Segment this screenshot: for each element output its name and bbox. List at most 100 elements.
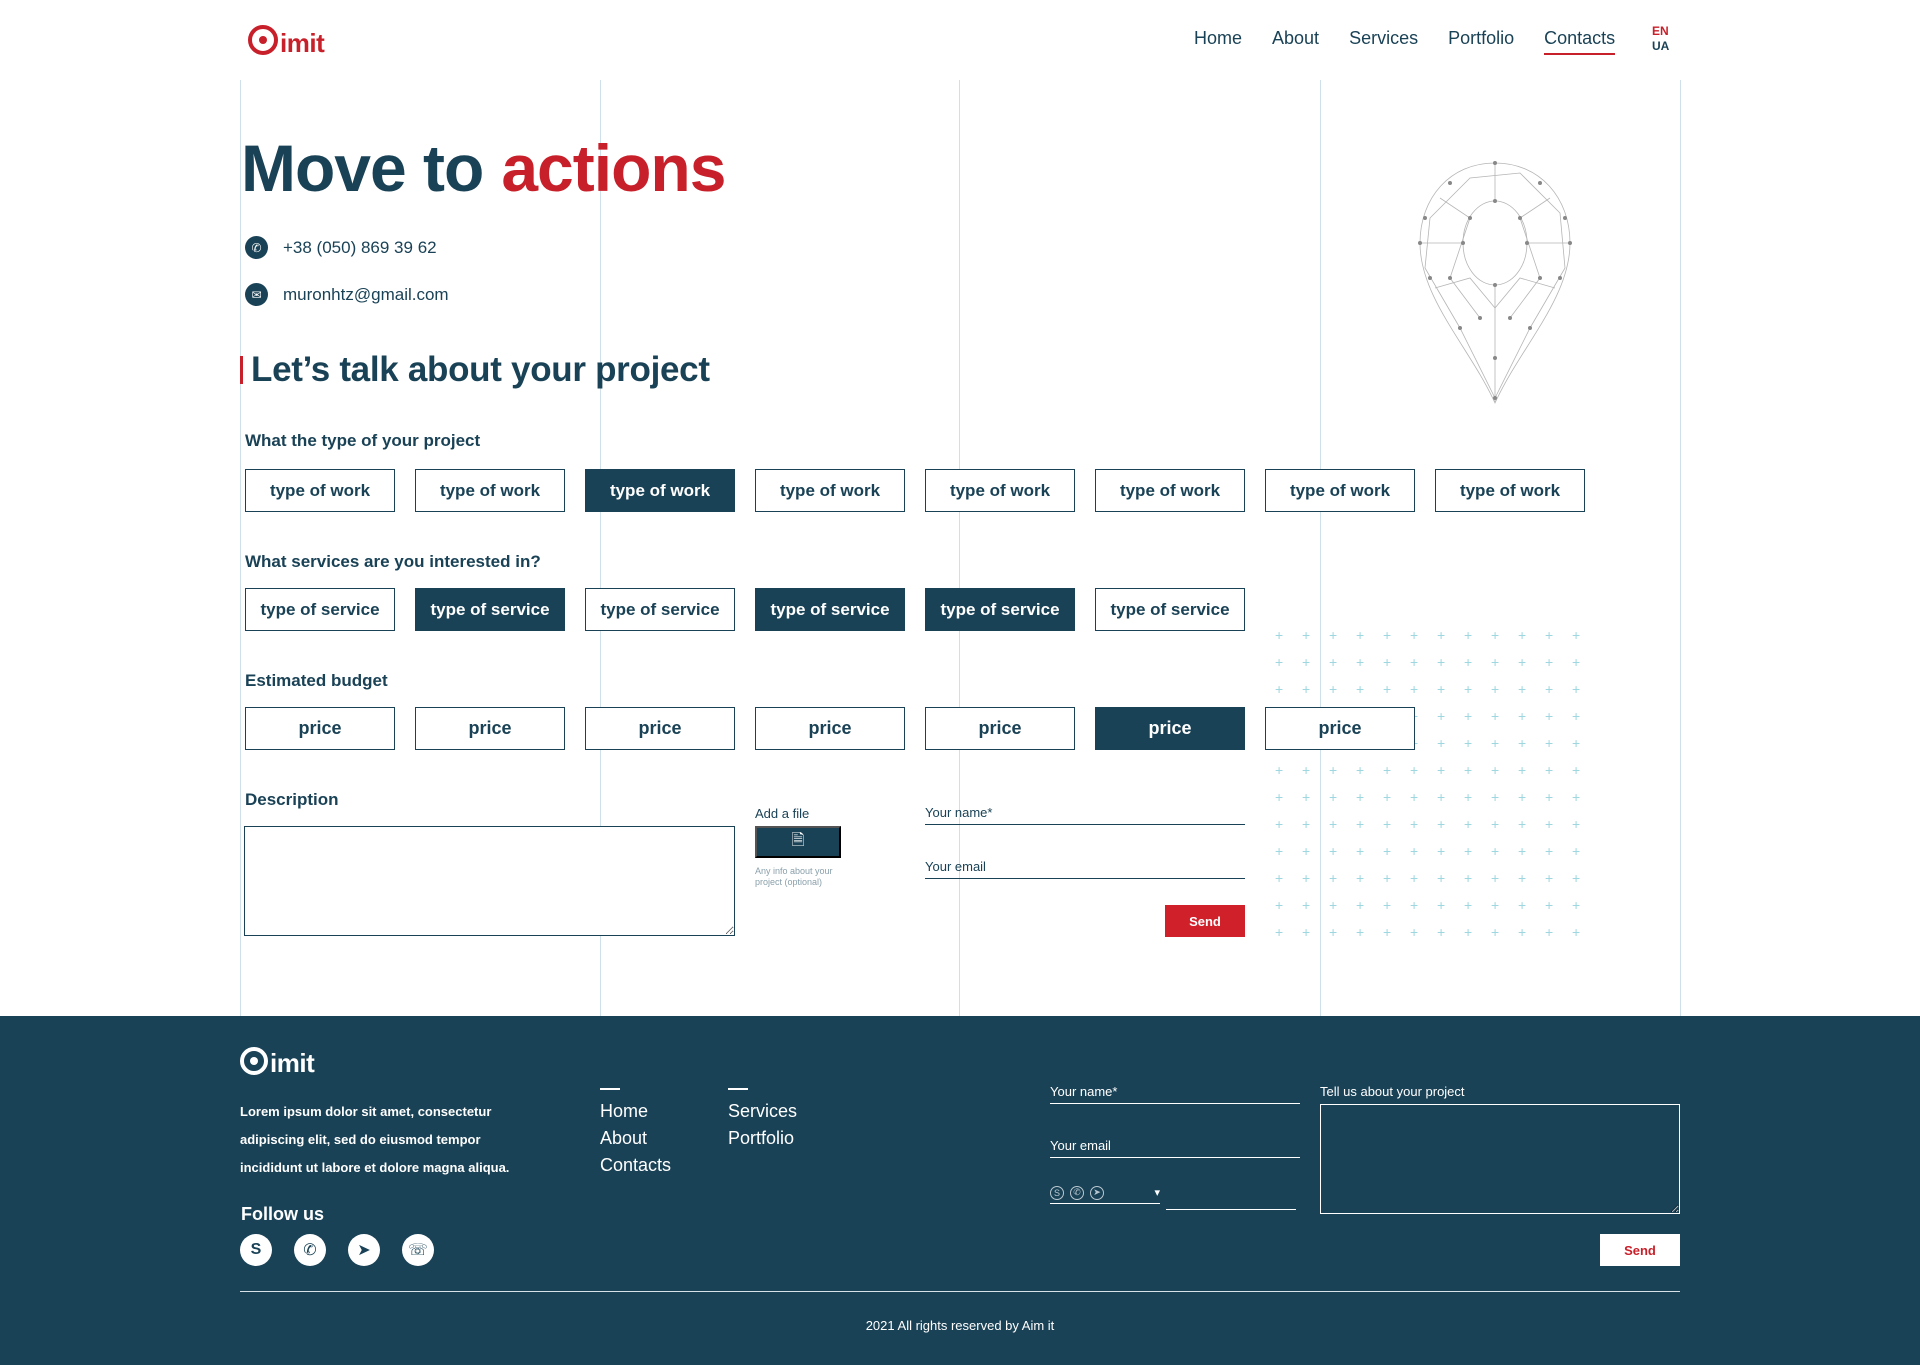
plus-mark-icon: +	[1437, 924, 1446, 940]
plus-mark-icon: +	[1302, 789, 1311, 805]
footer-send-button[interactable]: Send	[1600, 1234, 1680, 1266]
nav-about[interactable]: About	[1272, 28, 1319, 49]
plus-mark-icon: +	[1491, 762, 1500, 778]
nav-home[interactable]: Home	[1194, 28, 1242, 49]
logo[interactable]: imit	[248, 22, 325, 58]
project-type-option[interactable]: type of work	[1435, 469, 1585, 512]
nav-portfolio[interactable]: Portfolio	[1448, 28, 1514, 49]
hero-title-main: Move to	[241, 131, 484, 205]
plus-mark-icon: +	[1437, 789, 1446, 805]
plus-mark-icon: +	[1410, 654, 1419, 670]
description-textarea[interactable]	[244, 826, 735, 936]
send-button[interactable]: Send	[1165, 905, 1245, 937]
project-type-option[interactable]: type of work	[1095, 469, 1245, 512]
project-type-option[interactable]: type of work	[925, 469, 1075, 512]
nav-contacts[interactable]: Contacts	[1544, 28, 1616, 55]
budget-option[interactable]: price	[925, 707, 1075, 750]
nav-services[interactable]: Services	[1349, 28, 1418, 49]
copyright: 2021 All rights reserved by Aim it	[865, 1318, 1055, 1333]
budget-option[interactable]: price	[415, 707, 565, 750]
mail-icon: ✉	[245, 283, 268, 306]
plus-mark-icon: +	[1275, 627, 1284, 643]
footer-link-about[interactable]: About	[600, 1125, 671, 1152]
service-option[interactable]: type of service	[1095, 588, 1245, 631]
plus-mark-icon: +	[1464, 627, 1473, 643]
project-type-option[interactable]: type of work	[245, 469, 395, 512]
budget-option[interactable]: price	[1095, 707, 1245, 750]
budget-option[interactable]: price	[755, 707, 905, 750]
plus-mark-icon: +	[1545, 627, 1554, 643]
messenger-select[interactable]: S ✆ ➤ ▾	[1050, 1182, 1160, 1204]
plus-mark-icon: +	[1572, 870, 1581, 886]
whatsapp-icon[interactable]: ✆	[294, 1234, 326, 1266]
plus-mark-icon: +	[1545, 762, 1554, 778]
service-option[interactable]: type of service	[415, 588, 565, 631]
project-type-option[interactable]: type of work	[755, 469, 905, 512]
footer-logo[interactable]: imit	[240, 1042, 315, 1079]
logo-text: imit	[280, 27, 325, 58]
footer-link-services[interactable]: Services	[728, 1098, 797, 1125]
plus-mark-icon: +	[1518, 789, 1527, 805]
plus-mark-icon: +	[1464, 870, 1473, 886]
budget-option[interactable]: price	[1265, 707, 1415, 750]
footer-name-field[interactable]: Your name*	[1050, 1084, 1300, 1104]
plus-mark-icon: +	[1491, 708, 1500, 724]
plus-mark-icon: +	[1302, 681, 1311, 697]
lang-ua[interactable]: UA	[1652, 39, 1669, 54]
plus-mark-icon: +	[1464, 924, 1473, 940]
plus-mark-icon: +	[1572, 789, 1581, 805]
plus-mark-icon: +	[1545, 843, 1554, 859]
plus-mark-icon: +	[1275, 870, 1284, 886]
service-option[interactable]: type of service	[755, 588, 905, 631]
footer-link-home[interactable]: Home	[600, 1098, 671, 1125]
plus-mark-icon: +	[1437, 627, 1446, 643]
plus-mark-icon: +	[1329, 870, 1338, 886]
budget-option[interactable]: price	[245, 707, 395, 750]
plus-mark-icon: +	[1437, 870, 1446, 886]
budget-option[interactable]: price	[585, 707, 735, 750]
add-file-button[interactable]: 🗎	[755, 826, 841, 858]
file-add-icon: 🗎	[791, 831, 805, 849]
footer-link-contacts[interactable]: Contacts	[600, 1152, 671, 1179]
service-options: type of service type of service type of …	[245, 588, 1245, 631]
email-row[interactable]: ✉ muronhtz@gmail.com	[245, 283, 449, 306]
messenger-select-row: S ✆ ➤ ▾	[1050, 1182, 1300, 1210]
main-nav: Home About Services Portfolio Contacts	[1194, 28, 1645, 55]
footer-col-dash	[600, 1088, 620, 1090]
project-type-option[interactable]: type of work	[1265, 469, 1415, 512]
plus-mark-icon: +	[1545, 870, 1554, 886]
lang-en[interactable]: EN	[1652, 24, 1669, 39]
plus-mark-icon: +	[1572, 924, 1581, 940]
messenger-contact-input[interactable]	[1166, 1182, 1296, 1210]
title-accent-bar	[240, 356, 243, 384]
footer-link-portfolio[interactable]: Portfolio	[728, 1125, 797, 1152]
phone-row[interactable]: ✆ +38 (050) 869 39 62	[245, 236, 437, 259]
name-field[interactable]: Your name*	[925, 805, 1245, 825]
plus-mark-icon: +	[1329, 762, 1338, 778]
plus-mark-icon: +	[1410, 681, 1419, 697]
service-option[interactable]: type of service	[245, 588, 395, 631]
plus-mark-icon: +	[1356, 627, 1365, 643]
plus-mark-icon: +	[1275, 924, 1284, 940]
plus-mark-icon: +	[1302, 627, 1311, 643]
plus-mark-icon: +	[1545, 816, 1554, 832]
email-field[interactable]: Your email	[925, 859, 1245, 879]
plus-mark-icon: +	[1302, 843, 1311, 859]
plus-mark-icon: +	[1572, 654, 1581, 670]
viber-icon[interactable]: ☏	[402, 1234, 434, 1266]
footer-project-textarea[interactable]	[1320, 1104, 1680, 1214]
service-option[interactable]: type of service	[585, 588, 735, 631]
plus-mark-icon: +	[1329, 816, 1338, 832]
project-type-option[interactable]: type of work	[415, 469, 565, 512]
plus-mark-icon: +	[1491, 816, 1500, 832]
telegram-icon[interactable]: ➤	[348, 1234, 380, 1266]
footer-email-field[interactable]: Your email	[1050, 1138, 1300, 1158]
plus-mark-icon: +	[1491, 681, 1500, 697]
project-type-option[interactable]: type of work	[585, 469, 735, 512]
plus-mark-icon: +	[1275, 681, 1284, 697]
plus-mark-icon: +	[1275, 762, 1284, 778]
footer-project-label: Tell us about your project	[1320, 1084, 1465, 1099]
skype-icon[interactable]: S	[240, 1234, 272, 1266]
plus-mark-icon: +	[1383, 627, 1392, 643]
service-option[interactable]: type of service	[925, 588, 1075, 631]
